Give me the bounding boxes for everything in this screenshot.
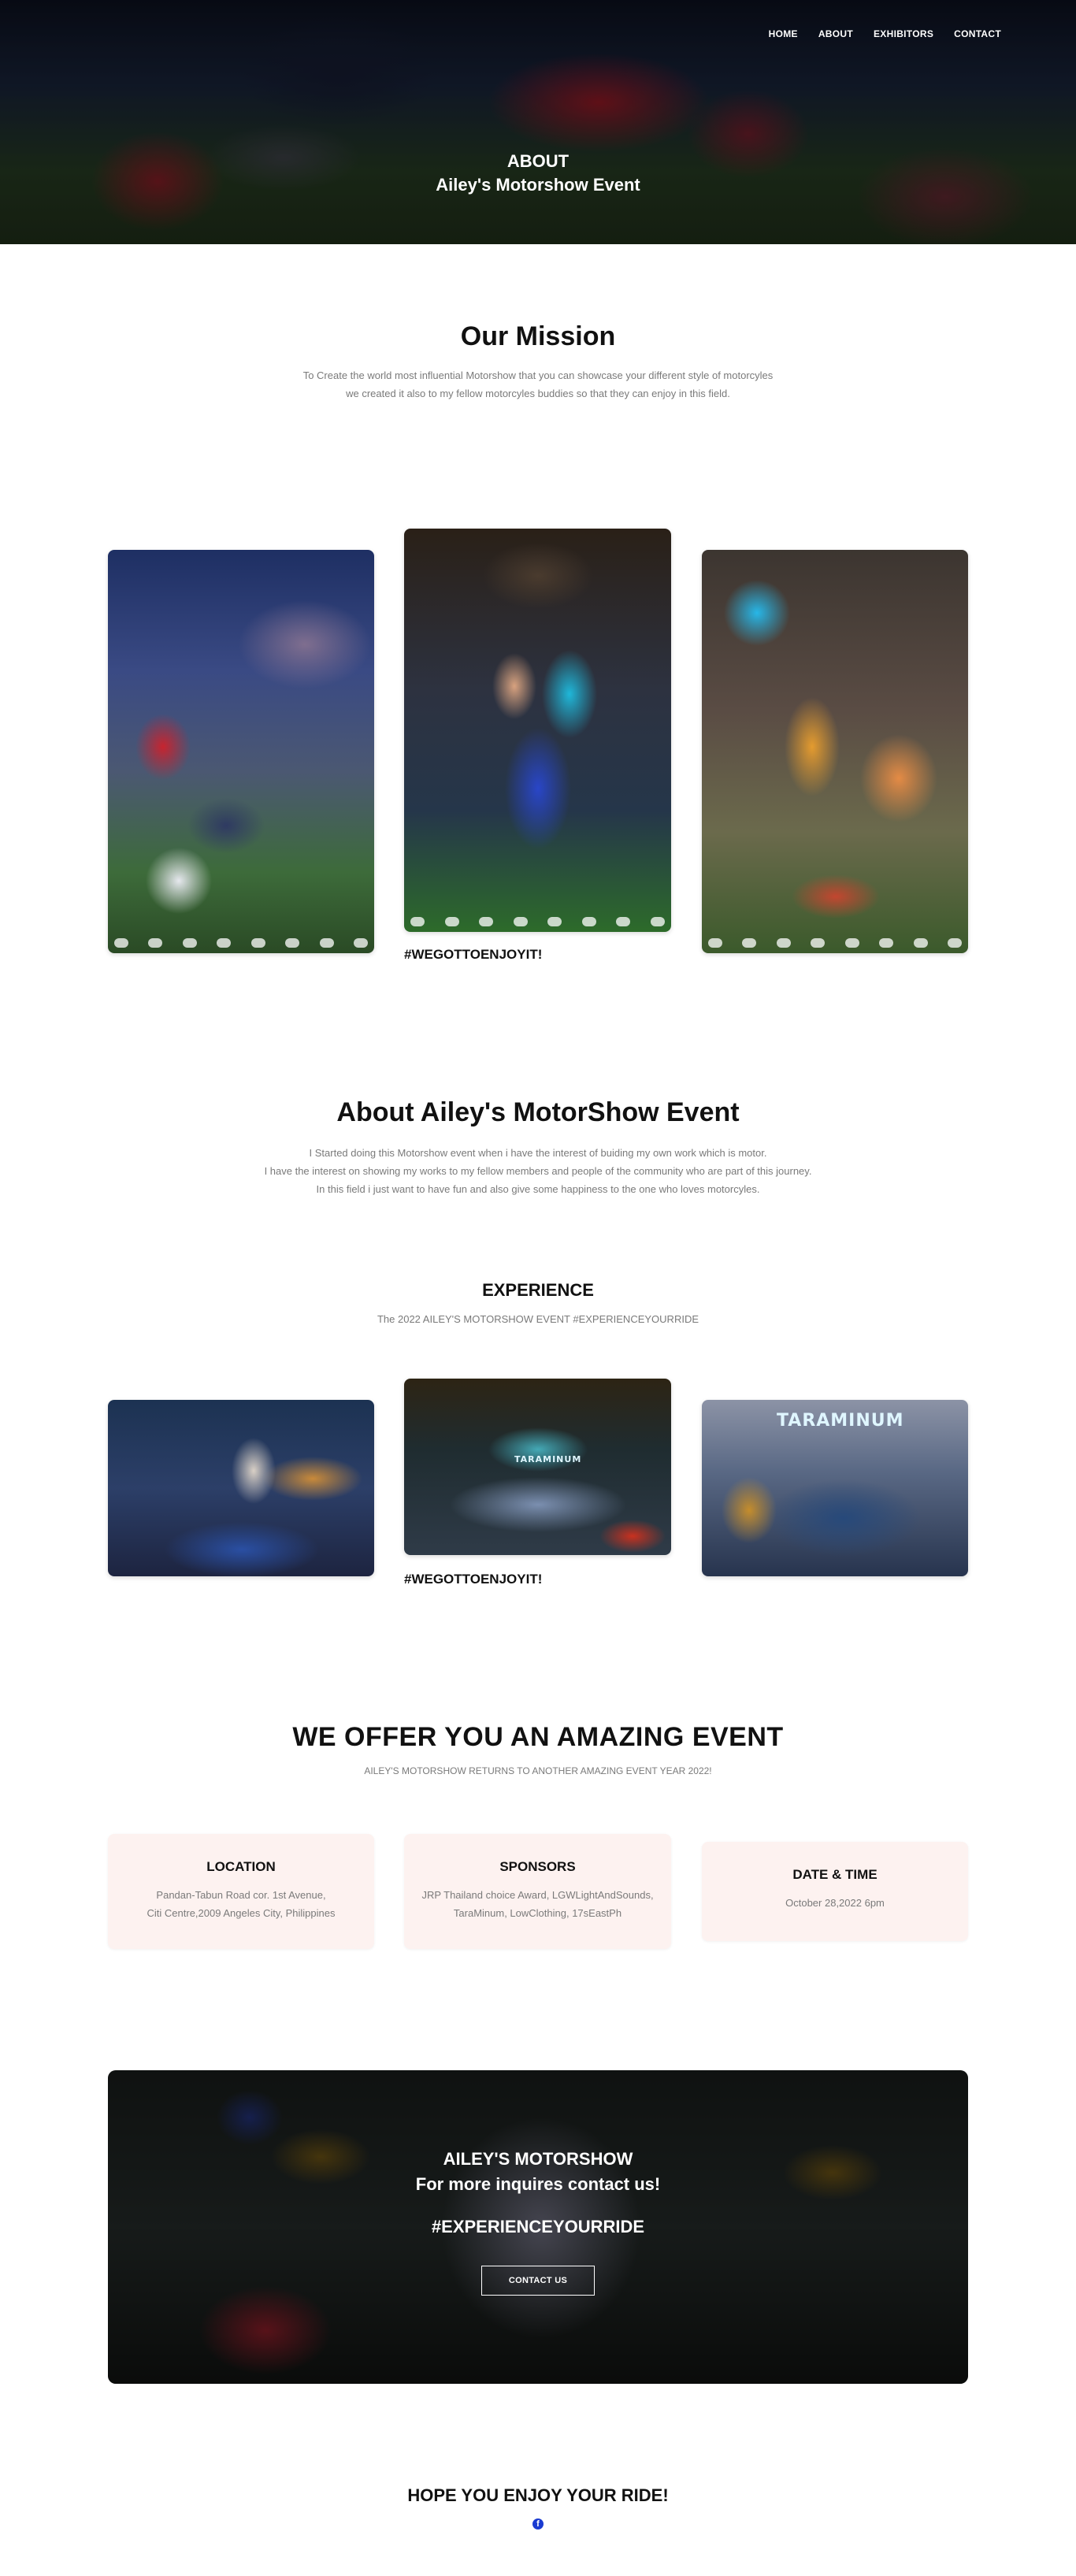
sponsors-card-text: JRP Thailand choice Award, LGWLightAndSo… <box>404 1886 671 1922</box>
experience-photo-stage: TARAMINUM <box>404 1379 671 1555</box>
about-section: About Ailey's MotorShow Event I Started … <box>0 1097 1076 1198</box>
about-text-line: I have the interest on showing my works … <box>264 1165 812 1177</box>
gallery-photo-models-motorcycle <box>404 529 671 932</box>
date-time-card: DATE & TIME October 28,2022 6pm <box>702 1842 968 1941</box>
hero-title: ABOUT Ailey's Motorshow Event <box>0 151 1076 195</box>
location-card-title: LOCATION <box>206 1859 276 1874</box>
experience-subtitle: The 2022 AILEY'S MOTORSHOW EVENT #EXPERI… <box>377 1313 699 1325</box>
nav-exhibitors-link[interactable]: EXHIBITORS <box>874 28 933 39</box>
sponsors-line: JRP Thailand choice Award, LGWLightAndSo… <box>421 1889 654 1901</box>
nav-contact-link[interactable]: CONTACT <box>954 28 1001 39</box>
mission-section: Our Mission To Create the world most inf… <box>0 321 1076 403</box>
experience-caption: #WEGOTTOENJOYIT! <box>404 1572 543 1587</box>
offer-section: WE OFFER YOU AN AMAZING EVENT AILEY'S MO… <box>0 1722 1076 1780</box>
contact-us-button[interactable]: CONTACT US <box>480 2266 596 2296</box>
facebook-icon[interactable]: f <box>532 2518 544 2530</box>
sponsors-card-title: SPONSORS <box>499 1859 576 1874</box>
date-time-card-text: October 28,2022 6pm <box>785 1897 885 1909</box>
offer-title: WE OFFER YOU AN AMAZING EVENT <box>292 1722 784 1752</box>
sponsors-line: TaraMinum, LowClothing, 17sEastPh <box>453 1907 622 1919</box>
hero-subheading: Ailey's Motorshow Event <box>436 175 640 195</box>
gallery-photo-motorcycles-row <box>108 550 374 953</box>
hero-banner: HOME ABOUT EXHIBITORS CONTACT ABOUT Aile… <box>0 0 1076 244</box>
location-card-text: Pandan-Tabun Road cor. 1st Avenue, Citi … <box>108 1886 374 1922</box>
sponsors-card: SPONSORS JRP Thailand choice Award, LGWL… <box>404 1834 671 1949</box>
taraminum-sign: TARAMINUM <box>514 1454 582 1464</box>
main-nav: HOME ABOUT EXHIBITORS CONTACT <box>769 28 1001 39</box>
mission-text-line: To Create the world most influential Mot… <box>302 369 774 381</box>
date-time-card-title: DATE & TIME <box>792 1867 877 1882</box>
sponsor-logos <box>114 937 368 948</box>
location-line: Citi Centre,2009 Angeles City, Philippin… <box>147 1907 336 1919</box>
mission-text: To Create the world most influential Mot… <box>0 366 1076 403</box>
footer-title: HOPE YOU ENJOY YOUR RIDE! <box>407 2485 669 2505</box>
nav-about-link[interactable]: ABOUT <box>818 28 853 39</box>
hero-heading: ABOUT <box>506 151 570 171</box>
gallery-caption: #WEGOTTOENJOYIT! <box>404 947 543 962</box>
footer: HOPE YOU ENJOY YOUR RIDE! f <box>0 2485 1076 2530</box>
cta-content: AILEY'S MOTORSHOW For more inquires cont… <box>108 2149 968 2296</box>
taraminum-sign: TARAMINUM <box>777 1411 904 1431</box>
offer-subtitle: AILEY'S MOTORSHOW RETURNS TO ANOTHER AMA… <box>364 1765 712 1776</box>
location-card: LOCATION Pandan-Tabun Road cor. 1st Aven… <box>108 1834 374 1949</box>
experience-section: EXPERIENCE The 2022 AILEY'S MOTORSHOW EV… <box>0 1280 1076 1328</box>
cta-hashtag: #EXPERIENCEYOURRIDE <box>431 2217 645 2236</box>
about-text-line: In this field i just want to have fun an… <box>316 1183 760 1195</box>
sponsor-logos <box>708 937 962 948</box>
experience-photo-winners: TARAMINUM <box>702 1400 968 1576</box>
cta-title: AILEY'S MOTORSHOW <box>443 2149 633 2169</box>
nav-home-link[interactable]: HOME <box>769 28 798 39</box>
mission-title: Our Mission <box>460 321 616 351</box>
sponsor-logos <box>410 916 665 927</box>
cta-subtitle: For more inquires contact us! <box>415 2174 661 2194</box>
about-title: About Ailey's MotorShow Event <box>336 1097 740 1127</box>
experience-photo-crowd <box>108 1400 374 1576</box>
mission-text-line: we created it also to my fellow motorcyl… <box>346 388 730 399</box>
about-text-line: I Started doing this Motorshow event whe… <box>309 1147 767 1159</box>
experience-title: EXPERIENCE <box>482 1280 594 1300</box>
about-text: I Started doing this Motorshow event whe… <box>0 1144 1076 1198</box>
contact-cta-banner: AILEY'S MOTORSHOW For more inquires cont… <box>108 2070 968 2384</box>
gallery-photo-award-motorcycle <box>702 550 968 953</box>
location-line: Pandan-Tabun Road cor. 1st Avenue, <box>156 1889 326 1901</box>
